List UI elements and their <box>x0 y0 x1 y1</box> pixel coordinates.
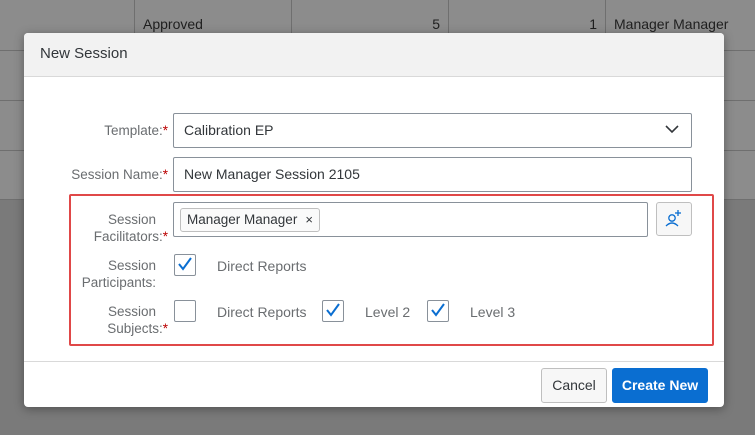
new-session-dialog: New Session Template:* Calibration EP Se… <box>24 33 724 407</box>
annotation-highlight-box <box>69 194 714 346</box>
template-label-text: Template: <box>104 123 163 138</box>
create-new-button[interactable]: Create New <box>612 368 708 403</box>
template-label: Template:* <box>44 122 168 139</box>
template-select[interactable]: Calibration EP <box>173 113 692 148</box>
session-name-input[interactable]: New Manager Session 2105 <box>173 157 692 192</box>
footer-divider <box>24 361 724 362</box>
session-name-label: Session Name:* <box>44 166 168 183</box>
session-name-label-text: Session Name: <box>71 167 163 182</box>
required-marker: * <box>162 167 168 182</box>
cancel-button[interactable]: Cancel <box>541 368 607 403</box>
template-value: Calibration EP <box>184 122 274 138</box>
dialog-title: New Session <box>40 45 128 62</box>
chevron-down-icon[interactable] <box>665 124 679 134</box>
required-marker: * <box>162 123 168 138</box>
dialog-header: New Session <box>24 33 724 77</box>
session-name-value: New Manager Session 2105 <box>184 166 360 182</box>
